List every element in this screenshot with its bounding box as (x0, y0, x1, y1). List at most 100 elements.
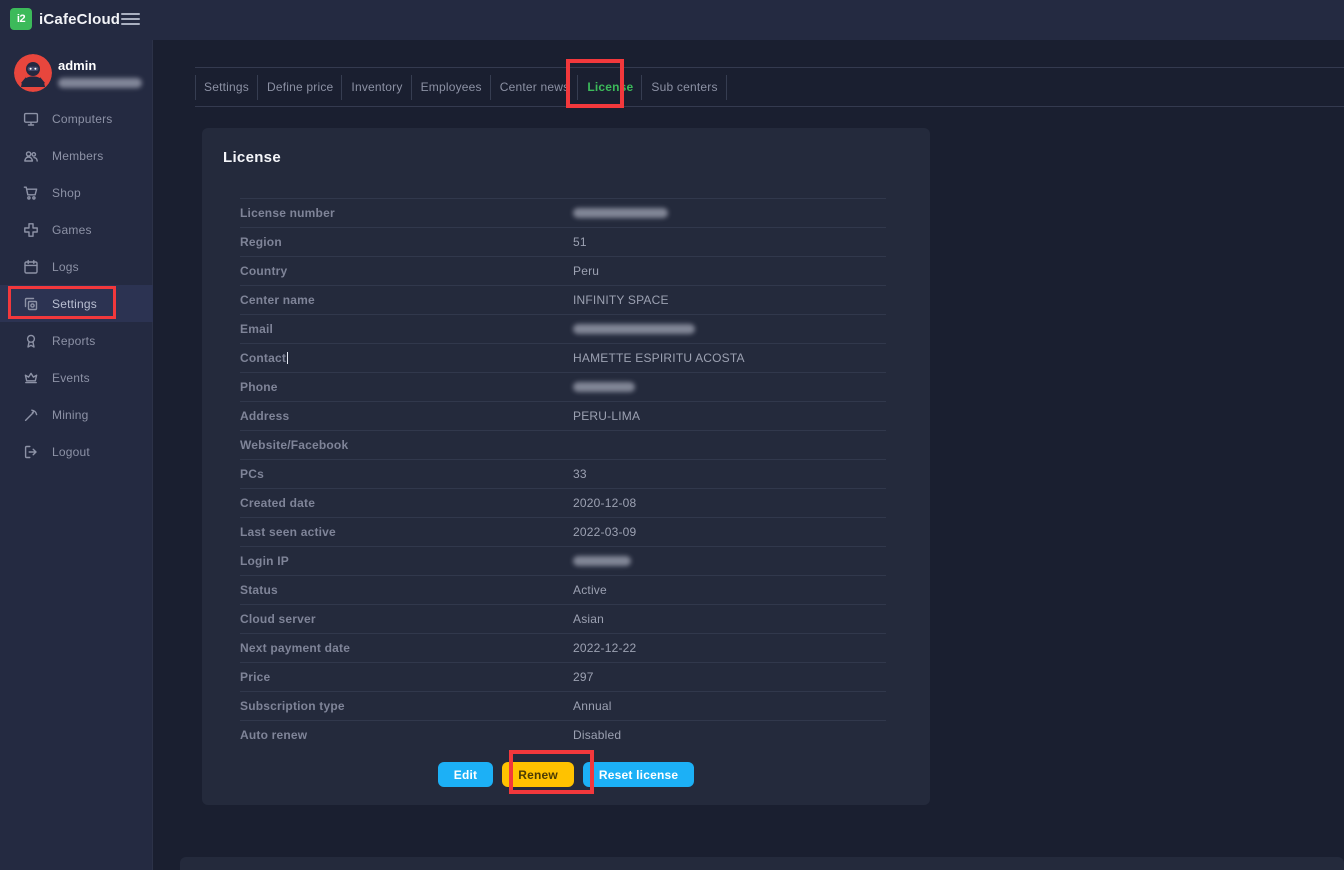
logout-icon (23, 444, 39, 460)
row-value: 297 (573, 670, 594, 684)
sidebar-item-logs[interactable]: Logs (0, 248, 153, 285)
sidebar: admin Computers Members Shop Games Logs Setti… (0, 40, 153, 870)
sidebar-item-reports[interactable]: Reports (0, 322, 153, 359)
tab-label: License (587, 80, 633, 94)
sidebar-item-label: Members (52, 149, 103, 163)
sidebar-item-computers[interactable]: Computers (0, 100, 153, 137)
row-value: Active (573, 583, 607, 597)
sidebar-item-label: Reports (52, 334, 95, 348)
row-label: Created date (240, 496, 315, 510)
topbar: i2 iCafeCloud (0, 0, 1344, 40)
tab-inventory[interactable]: Inventory (342, 68, 411, 106)
row-label: Cloud server (240, 612, 316, 626)
tab-license[interactable]: License (578, 68, 642, 106)
table-row: Subscription typeAnnual (240, 691, 886, 720)
sidebar-item-label: Events (52, 371, 90, 385)
sidebar-item-label: Logs (52, 260, 79, 274)
table-row: StatusActive (240, 575, 886, 604)
members-icon (23, 148, 39, 164)
row-value: 2020-12-08 (573, 496, 636, 510)
row-value: PERU-LIMA (573, 409, 640, 423)
sidebar-item-label: Games (52, 223, 92, 237)
row-label: Region (240, 235, 282, 249)
row-label: Phone (240, 380, 278, 394)
panel-title: License (223, 149, 281, 166)
table-row: License number (240, 198, 886, 227)
sidebar-item-mining[interactable]: Mining (0, 396, 153, 433)
user-subtitle-redacted (58, 78, 142, 88)
row-label: Country (240, 264, 287, 278)
app-logo-icon: i2 (10, 8, 32, 30)
table-row: Auto renew Disabled (240, 720, 886, 749)
redacted-value (573, 382, 635, 392)
license-panel: License License number Region 51 Country Per… (202, 128, 930, 805)
row-value: HAMETTE ESPIRITU ACOSTA (573, 351, 745, 365)
row-value: INFINITY SPACE (573, 293, 669, 307)
tab-define-price[interactable]: Define price (258, 68, 342, 106)
text-cursor (287, 352, 288, 364)
renew-button[interactable]: Renew (502, 762, 574, 787)
sidebar-item-games[interactable]: Games (0, 211, 153, 248)
row-label: Email (240, 322, 273, 336)
tab-center-news[interactable]: Center news (491, 68, 579, 106)
sidebar-item-logout[interactable]: Logout (0, 433, 153, 470)
sidebar-nav: Computers Members Shop Games Logs Settings Rep… (0, 100, 153, 470)
sidebar-item-shop[interactable]: Shop (0, 174, 153, 211)
user-name: admin (58, 58, 96, 73)
tab-label: Employees (421, 80, 482, 94)
redacted-value (573, 556, 631, 566)
cart-icon (23, 185, 39, 201)
redacted-value (573, 324, 695, 334)
row-value: 51 (573, 235, 587, 249)
medal-icon (23, 333, 39, 349)
row-label: PCs (240, 467, 264, 481)
tab-bar: Settings Define price Inventory Employees Ce… (195, 67, 1344, 107)
sidebar-item-members[interactable]: Members (0, 137, 153, 174)
row-label: Last seen active (240, 525, 336, 539)
row-label: Next payment date (240, 641, 350, 655)
reset-license-button[interactable]: Reset license (583, 762, 694, 787)
sidebar-item-label: Computers (52, 112, 113, 126)
table-row: Next payment date 2022-12-22 (240, 633, 886, 662)
app-logo[interactable]: i2 iCafeCloud (10, 8, 120, 30)
edit-button[interactable]: Edit (438, 762, 493, 787)
row-label: Center name (240, 293, 315, 307)
sidebar-item-settings[interactable]: Settings (0, 285, 153, 322)
menu-icon[interactable] (121, 13, 140, 25)
app-title: iCafeCloud (39, 11, 120, 28)
row-label: Address (240, 409, 289, 423)
sidebar-item-label: Settings (52, 297, 97, 311)
tab-label: Settings (204, 80, 249, 94)
table-row: Website/Facebook (240, 430, 886, 459)
row-value: 2022-03-09 (573, 525, 636, 539)
table-row: Login IP (240, 546, 886, 575)
table-row: Phone (240, 372, 886, 401)
user-profile[interactable]: admin (0, 50, 153, 106)
sidebar-item-label: Shop (52, 186, 81, 200)
table-row: Country Peru (240, 256, 886, 285)
row-value: Disabled (573, 728, 621, 742)
row-label: Auto renew (240, 728, 307, 742)
tab-label: Center news (500, 80, 570, 94)
table-row: Region 51 (240, 227, 886, 256)
tab-label: Inventory (351, 80, 402, 94)
row-label: Subscription type (240, 699, 345, 713)
pickaxe-icon (23, 407, 39, 423)
tab-employees[interactable]: Employees (412, 68, 491, 106)
table-row: Address PERU-LIMA (240, 401, 886, 430)
row-label: Contact (240, 351, 286, 365)
table-row: Created date 2020-12-08 (240, 488, 886, 517)
sidebar-item-events[interactable]: Events (0, 359, 153, 396)
row-value: 2022-12-22 (573, 641, 636, 655)
row-value: Peru (573, 264, 599, 278)
table-row: Cloud serverAsian (240, 604, 886, 633)
row-value: 33 (573, 467, 587, 481)
table-row: Email (240, 314, 886, 343)
tab-settings[interactable]: Settings (195, 68, 258, 106)
avatar (14, 54, 52, 92)
table-row: Contact HAMETTE ESPIRITU ACOSTA (240, 343, 886, 372)
tab-sub-centers[interactable]: Sub centers (642, 68, 726, 106)
table-row: PCs 33 (240, 459, 886, 488)
redacted-value (573, 208, 668, 218)
sidebar-item-label: Mining (52, 408, 89, 422)
